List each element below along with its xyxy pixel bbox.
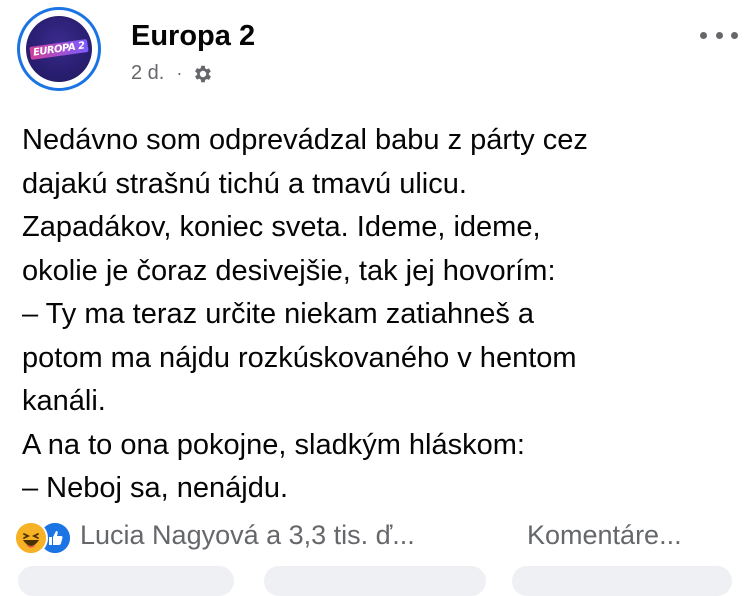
gear-icon[interactable] [192,63,214,85]
post-line: dajakú strašnú tichú a tmavú ulicu. [22,167,467,200]
author-name[interactable]: Europa 2 [131,20,255,53]
reactions-summary[interactable]: Lucia Nagyová a 3,3 tis. ď... [80,520,415,551]
europa2-logo: EUROPA 2 [26,16,92,82]
logo-text: EUROPA 2 [29,38,89,60]
post-line: okolie je čoraz desivejšie, tak jej hovo… [22,254,556,287]
comment-action-button[interactable] [264,566,486,596]
post-line: Zapadákov, koniec sveta. Ideme, ideme, [22,211,541,243]
more-options-icon[interactable] [700,20,738,50]
post-footer: Lucia Nagyová a 3,3 tis. ď... Komentáre.… [0,510,750,560]
post-line: – Neboj sa, nenájdu. [22,472,289,504]
haha-icon [14,521,48,555]
reaction-icons[interactable] [14,518,78,555]
post-line: kanáli. [22,385,106,417]
meta-separator: · [176,63,183,83]
post-text: Nedávno som odprevádzal babu z párty cez… [22,119,737,511]
page-avatar[interactable]: EUROPA 2 [17,7,101,91]
share-action-button[interactable] [512,566,732,596]
post-header: EUROPA 2 Europa 2 2 d. · [0,0,750,100]
like-action-button[interactable] [18,566,234,596]
post-meta: 2 d. · [131,62,214,85]
post-line: – Ty ma teraz určite niekam zatiahneš a [22,298,535,330]
post-line: Nedávno som odprevádzal babu z párty cez [22,124,588,156]
post-line: potom ma nájdu rozkúskovaného v hentom [22,341,577,374]
comments-link[interactable]: Komentáre... [527,520,682,551]
action-bar [0,566,750,596]
post-line: A na to ona pokojne, sladkým hláskom: [22,428,525,461]
post-time[interactable]: 2 d. [131,62,164,85]
